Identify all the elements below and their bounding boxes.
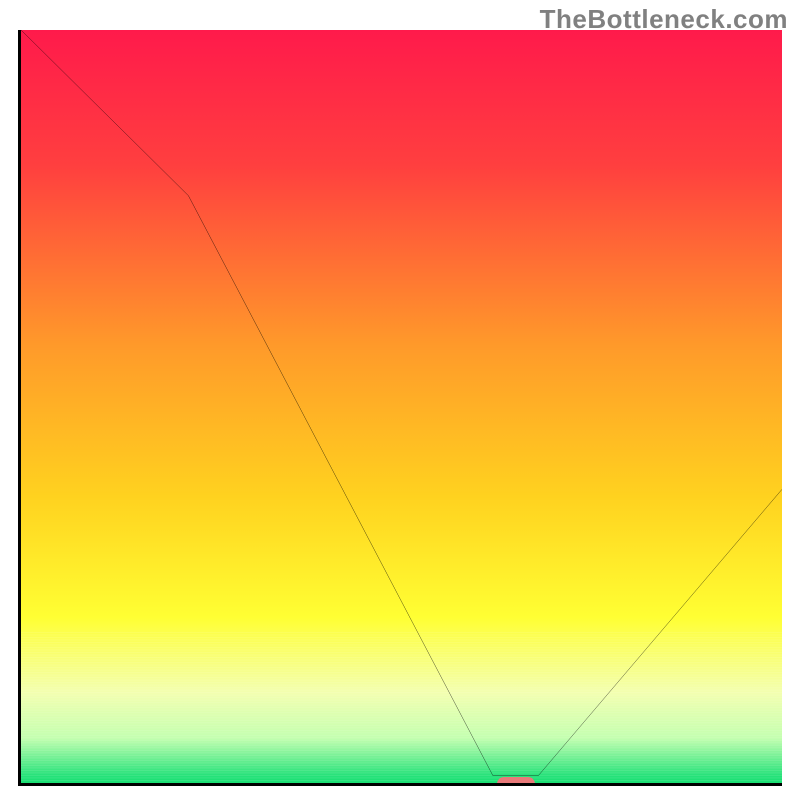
plot-inner xyxy=(21,30,782,783)
watermark-text: TheBottleneck.com xyxy=(540,4,788,35)
plot-area xyxy=(18,30,782,786)
optimal-marker xyxy=(497,777,535,783)
bottleneck-curve xyxy=(21,30,782,783)
chart-frame: TheBottleneck.com xyxy=(0,0,800,800)
